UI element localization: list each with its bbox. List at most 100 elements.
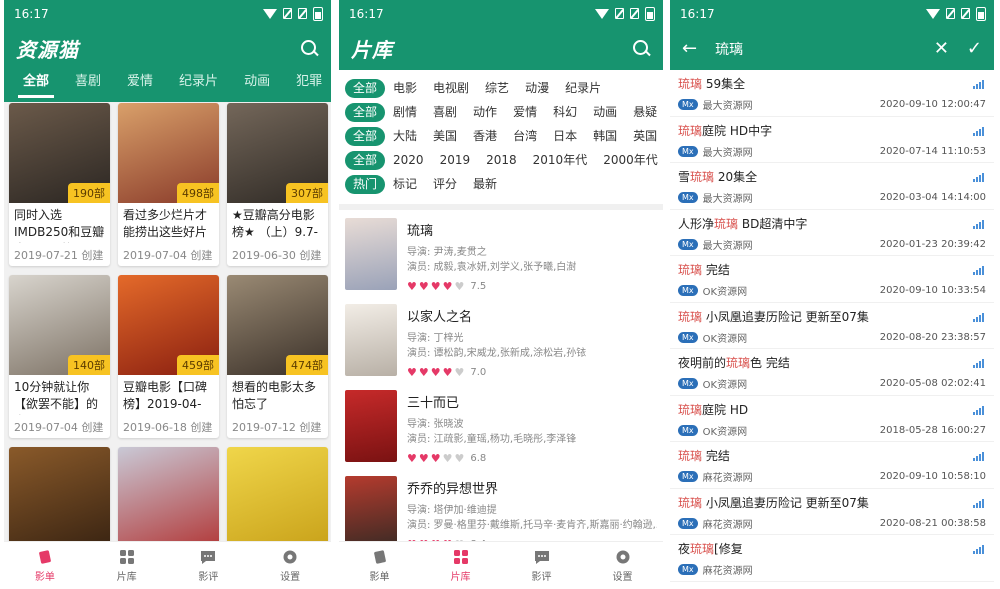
filter-chip[interactable]: 评分 (425, 175, 465, 194)
playlist-card[interactable]: 474部 想看的电影太多怕忘了 2019-07-12 创建 (227, 275, 328, 438)
no-sim-icon (946, 8, 955, 19)
filter-chip[interactable]: 台湾 (505, 127, 545, 146)
movie-item[interactable]: 琉璃 导演: 尹涛,麦贯之 演员: 成毅,袁冰妍,刘学义,张予曦,白澍 ♥ ♥ ♥ ♥ ♥ 7.… (339, 210, 663, 296)
filter-chip[interactable]: 科幻 (545, 103, 585, 122)
movie-count-badge: 140部 (68, 355, 110, 375)
nav-settings[interactable]: 设置 (582, 542, 663, 589)
result-item[interactable]: 琉璃庭院 HD Mx OK资源网 2018-05-28 16:00:27 (670, 396, 994, 442)
nav-library[interactable]: 片库 (86, 542, 168, 589)
bottom-nav: 影单 片库 影评 设置 (4, 541, 331, 589)
title-suffix: 庭院 HD (702, 402, 749, 417)
tab-2[interactable]: 爱情 (114, 70, 166, 102)
filter-chip[interactable]: 悬疑 (625, 103, 663, 122)
result-item[interactable]: 琉璃 完结 Mx OK资源网 2020-09-10 10:33:54 (670, 256, 994, 303)
filter-chip[interactable]: 韩国 (585, 127, 625, 146)
filter-chip[interactable]: 综艺 (477, 79, 517, 98)
nav-playlist[interactable]: 影单 (4, 542, 86, 589)
result-date: 2020-09-10 10:58:10 (879, 471, 986, 482)
result-item[interactable]: 琉璃庭院 HD中字 Mx 最大资源网 2020-07-14 11:10:53 (670, 117, 994, 163)
result-source: OK资源网 (702, 380, 748, 391)
search-icon[interactable] (633, 39, 651, 58)
source-badge: Mx (678, 378, 698, 389)
back-arrow-icon[interactable]: ← (682, 39, 697, 58)
filter-chip[interactable]: 日本 (545, 127, 585, 146)
filter-chip[interactable]: 动漫 (517, 79, 557, 98)
check-icon[interactable]: ✓ (967, 39, 982, 58)
search-query[interactable]: 琉璃 (715, 39, 916, 59)
source-badge: Mx (678, 471, 698, 482)
result-item[interactable]: 人形净琉璃 BD超清中字 Mx 最大资源网 2020-01-23 20:39:42 (670, 210, 994, 256)
filter-chip[interactable]: 全部 (345, 78, 386, 98)
result-item[interactable]: 琉璃 小凤凰追妻历险记 更新至07集 Mx 麻花资源网 2020-08-21 00:3… (670, 489, 994, 535)
filter-chip[interactable]: 大陆 (385, 127, 425, 146)
filter-chip[interactable]: 电影 (385, 79, 425, 98)
filter-chip[interactable]: 最新 (465, 175, 505, 194)
result-item[interactable]: 夜琉璃[修复 Mx 麻花资源网 (670, 535, 994, 582)
filter-chip[interactable]: 2010年代 (525, 151, 596, 170)
playlist-card[interactable]: 190部同时入选IMDB250和豆瓣电影250的 2019-07-21 创建 (9, 103, 110, 266)
signal-icon (973, 80, 984, 89)
filter-chip[interactable]: 全部 (345, 150, 386, 170)
filter-chip[interactable]: 动画 (585, 103, 625, 122)
playlist-card[interactable]: 140部 10分钟就让你【欲罢不能】的高分... 2019-07-04 创建 (9, 275, 110, 438)
filter-chip[interactable]: 美国 (425, 127, 465, 146)
nav-playlist[interactable]: 影单 (339, 542, 420, 589)
playlist-title: 10分钟就让你【欲罢不能】的高分... (14, 380, 99, 415)
playlist-card[interactable]: 498部 看过多少烂片才能捞出这些好片 2019-07-04 创建 (118, 103, 219, 266)
movie-score: 7.5 (470, 281, 487, 292)
filter-chip[interactable]: 剧情 (385, 103, 425, 122)
filter-chip[interactable]: 标记 (385, 175, 425, 194)
playlist-card[interactable]: 307部 ★豆瓣高分电影榜★ （上）9.7-8.6 2019-06-30 创建 (227, 103, 328, 266)
tab-0[interactable]: 全部 (10, 70, 62, 102)
movie-count-badge: 498部 (177, 183, 219, 203)
movie-item[interactable]: 以家人之名 导演: 丁梓光 演员: 谭松韵,宋威龙,张新成,涂松岩,孙铱 ♥ ♥ ♥ ♥ ♥ 7… (339, 296, 663, 382)
result-date: 2020-07-14 11:10:53 (879, 145, 986, 157)
filter-chip[interactable]: 动作 (465, 103, 505, 122)
filter-chip[interactable]: 全部 (345, 126, 386, 146)
nav-review[interactable]: 影评 (168, 542, 250, 589)
tab-1[interactable]: 喜剧 (62, 70, 114, 102)
filter-chip[interactable]: 2000年代 (595, 151, 663, 170)
filter-chip[interactable]: 2020 (385, 151, 432, 170)
result-item[interactable]: 雪琉璃 20集全 Mx 最大资源网 2020-03-04 14:14:00 (670, 163, 994, 210)
movie-title: 以家人之名 (407, 310, 473, 325)
signal-icon (973, 173, 984, 182)
nav-review[interactable]: 影评 (501, 542, 582, 589)
movie-count-badge: 190部 (68, 183, 110, 203)
title-highlight: 琉璃 (678, 77, 703, 91)
result-item[interactable]: 琉璃 完结 Mx 麻花资源网 2020-09-10 10:58:10 (670, 442, 994, 489)
result-item[interactable]: 琉璃 小凤凰追妻历险记 更新至07集 Mx OK资源网 2020-08-20 23:3… (670, 303, 994, 349)
signal-icon (973, 312, 984, 322)
title-suffix: 完结 (702, 449, 730, 463)
title-prefix: 夜明前的 (678, 356, 727, 370)
nav-library[interactable]: 片库 (420, 542, 501, 589)
close-icon[interactable]: ✕ (934, 39, 949, 58)
search-icon[interactable] (301, 39, 319, 58)
nav-settings[interactable]: 设置 (249, 542, 331, 589)
movie-count-badge: 459部 (177, 355, 219, 375)
tab-5[interactable]: 犯罪 (283, 70, 331, 102)
filter-chip[interactable]: 全部 (345, 102, 386, 122)
movie-item[interactable]: 三十而已 导演: 张晓波 演员: 江疏影,童瑶,杨功,毛晓彤,李泽锋 ♥ ♥ ♥ ♥ ♥ 6.8 (339, 382, 663, 468)
result-source: OK资源网 (702, 426, 748, 438)
filter-chip[interactable]: 2019 (432, 151, 479, 170)
movie-director: 导演: 丁梓光 (407, 333, 464, 344)
playlist-card[interactable]: 459部豆瓣电影【口碑榜】2019-04-28 2019-06-18 创建 (118, 275, 219, 438)
filter-chip[interactable]: 喜剧 (425, 103, 465, 122)
battery-icon (313, 6, 323, 21)
filter-chip[interactable]: 纪录片 (557, 79, 609, 98)
tab-3[interactable]: 纪录片 (166, 70, 231, 102)
movie-list: 琉璃 导演: 尹涛,麦贯之 演员: 成毅,袁冰妍,刘学义,张予曦,白澍 ♥ ♥ ♥ ♥ ♥ 7.… (339, 210, 663, 554)
result-item[interactable]: 夜明前的琉璃色 完结 Mx OK资源网 2020-05-08 02:02:41 (670, 349, 994, 396)
filter-chip[interactable]: 电视剧 (425, 79, 477, 98)
result-item[interactable]: 琉璃 59集全 Mx 最大资源网 2020-09-10 12:00:47 (670, 70, 994, 117)
filter-chip[interactable]: 热门 (345, 174, 386, 194)
filter-chip[interactable]: 香港 (465, 127, 505, 146)
movie-poster (345, 476, 397, 548)
result-source: 麻花资源网 (702, 519, 753, 531)
movie-cast: 演员: 谭松韵,宋威龙,张新成,涂松岩,孙铱 (407, 348, 587, 359)
tab-4[interactable]: 动画 (231, 70, 283, 102)
filter-chip[interactable]: 2018 (478, 151, 525, 170)
filter-chip[interactable]: 英国 (625, 127, 663, 146)
filter-chip[interactable]: 爱情 (505, 103, 545, 122)
